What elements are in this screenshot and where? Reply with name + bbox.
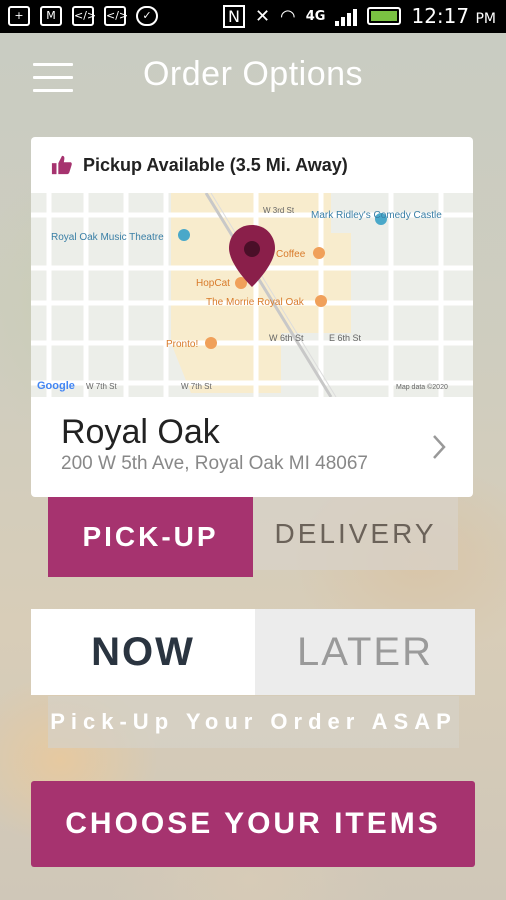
delivery-button[interactable]: DELIVERY <box>253 497 458 570</box>
system-icons: N ✕ ◠ 4G 12:17 PM <box>222 4 496 28</box>
code-icon: </> <box>72 6 96 26</box>
battery-icon <box>367 7 402 25</box>
clock: 12:17 PM <box>411 4 496 28</box>
map-label: Pronto! <box>166 339 198 350</box>
nfc-icon: N <box>222 4 245 28</box>
location-address: 200 W 5th Ave, Royal Oak MI 48067 <box>61 453 368 474</box>
map-label: Coffee <box>276 249 306 260</box>
timing-toggle: NOW LATER <box>31 609 475 695</box>
map-label: W 7th St <box>86 382 117 391</box>
morrie-pin-icon <box>315 295 327 307</box>
map-label: HopCat <box>196 278 230 289</box>
thumbs-up-icon <box>51 155 72 175</box>
choose-items-button[interactable]: CHOOSE YOUR ITEMS <box>31 781 475 867</box>
map-label: E 6th St <box>329 333 362 343</box>
theatre-pin-icon <box>178 229 190 241</box>
map-label: Mark Ridley's Comedy Castle <box>311 210 442 221</box>
pronto-pin-icon <box>205 337 217 349</box>
code-icon: </> <box>104 6 128 26</box>
map-label: W 7th St <box>181 382 212 391</box>
mail-icon: M <box>40 6 62 26</box>
map-label: W 3rd St <box>263 206 295 215</box>
map-label: W 6th St <box>269 333 304 343</box>
pickup-status-text: Pickup Available (3.5 Mi. Away) <box>83 154 348 175</box>
location-details[interactable]: Royal Oak 200 W 5th Ave, Royal Oak MI 48… <box>31 397 473 497</box>
later-button[interactable]: LATER <box>255 609 475 695</box>
network-label: 4G <box>305 8 326 24</box>
wifi-icon: ◠ <box>280 5 296 27</box>
status-bar: + M </> </> ✓ N ✕ ◠ 4G 12:17 PM <box>0 0 506 33</box>
signal-icon <box>335 6 358 26</box>
pickup-status-row: Pickup Available (3.5 Mi. Away) <box>31 137 473 193</box>
page-title: Order Options <box>142 55 364 93</box>
timing-note: Pick-Up Your Order ASAP <box>48 696 459 748</box>
chat-check-icon: ✓ <box>136 6 158 26</box>
map-label: Map data ©2020 <box>396 383 448 391</box>
google-logo: Google <box>37 380 75 392</box>
map-label: Royal Oak Music Theatre <box>51 232 164 243</box>
app-header: Order Options <box>0 33 506 123</box>
mute-icon: ✕ <box>254 5 271 27</box>
chevron-right-icon[interactable] <box>431 433 447 461</box>
location-name: Royal Oak <box>61 413 220 451</box>
pickup-button[interactable]: PICK-UP <box>48 497 253 577</box>
location-card[interactable]: Pickup Available (3.5 Mi. Away) Royal Oa… <box>31 137 473 497</box>
map-view[interactable]: Royal Oak Music Theatre Mark Ridley's Co… <box>31 193 473 397</box>
now-button[interactable]: NOW <box>31 609 255 695</box>
order-type-toggle: PICK-UP DELIVERY <box>48 497 458 577</box>
notification-icons: + M </> </> ✓ <box>8 6 158 26</box>
map-label: The Morrie Royal Oak <box>206 297 305 308</box>
coffee-pin-icon <box>313 247 325 259</box>
add-icon: + <box>8 6 30 26</box>
